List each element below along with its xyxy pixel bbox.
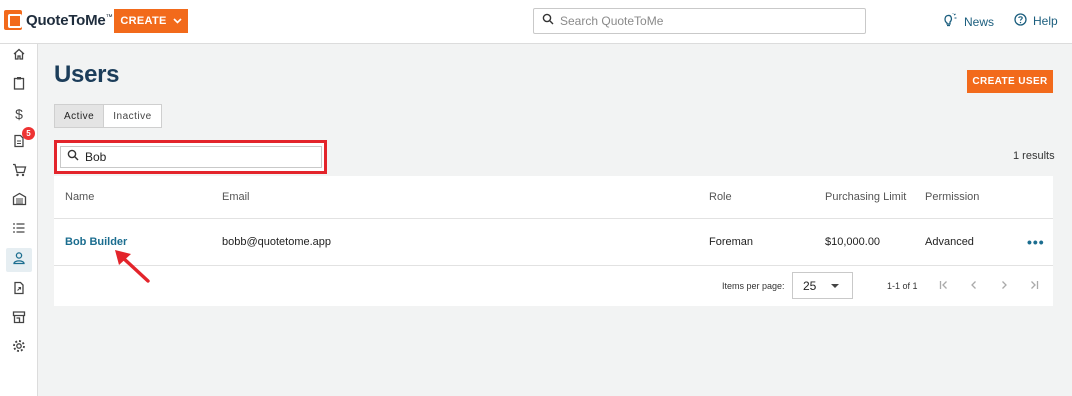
app-name: QuoteToMe™: [26, 11, 113, 29]
pagination: Items per page: 25 1-1 of 1: [54, 266, 1053, 306]
next-page-button[interactable]: [994, 276, 1014, 296]
sidebar-item-billing[interactable]: $: [6, 102, 32, 126]
clipboard-icon: [12, 76, 26, 95]
list-icon: [12, 221, 26, 240]
items-per-page-value: 25: [803, 278, 817, 293]
sidebar-item-store[interactable]: [6, 307, 32, 331]
sidebar-item-documents[interactable]: 5: [6, 127, 35, 155]
header-email[interactable]: Email: [222, 176, 250, 218]
sidebar-item-list[interactable]: [6, 218, 32, 242]
user-search-input[interactable]: [85, 150, 305, 164]
global-search-input[interactable]: [560, 14, 840, 28]
user-limit-cell: $10,000.00: [825, 236, 881, 248]
search-icon: [67, 148, 79, 166]
annotation-arrow-icon: [115, 250, 150, 283]
user-icon: [12, 251, 26, 270]
app-logo[interactable]: QuoteToMe™: [4, 10, 113, 30]
logo-mark-icon: [4, 10, 22, 30]
create-user-button[interactable]: CREATE USER: [967, 70, 1053, 93]
create-label: CREATE: [120, 15, 167, 27]
items-per-page-label: Items per page:: [722, 281, 785, 291]
chevron-left-icon: [969, 279, 979, 293]
results-count: 1 results: [1013, 150, 1055, 162]
header-permission[interactable]: Permission: [925, 176, 979, 218]
sidebar-item-warehouse[interactable]: [6, 189, 32, 213]
news-link[interactable]: News: [942, 13, 994, 30]
last-page-icon: [1029, 279, 1039, 293]
help-link[interactable]: Help: [1014, 13, 1058, 29]
header-purchasing-limit[interactable]: Purchasing Limit: [825, 176, 906, 218]
tab-active[interactable]: Active: [55, 105, 105, 127]
tab-inactive[interactable]: Inactive: [104, 105, 160, 127]
table-row: Bob Builder bobb@quotetome.app Foreman $…: [54, 219, 1053, 266]
user-permission-cell: Advanced: [925, 236, 974, 248]
warehouse-icon: [12, 192, 27, 211]
top-bar: QuoteToMe™ CREATE News Help: [0, 0, 1072, 44]
help-icon: [1014, 13, 1027, 29]
user-search[interactable]: [60, 146, 322, 168]
sidebar: $ 5: [0, 44, 38, 396]
last-page-button[interactable]: [1024, 276, 1044, 296]
items-per-page-select[interactable]: 25: [792, 272, 853, 299]
caret-down-icon: [831, 284, 839, 288]
sidebar-item-orders[interactable]: [6, 160, 32, 184]
page-range: 1-1 of 1: [887, 281, 918, 291]
dollar-icon: $: [15, 106, 23, 122]
home-icon: [12, 47, 26, 66]
cart-icon: [12, 163, 27, 182]
table-header: Name Email Role Purchasing Limit Permiss…: [54, 176, 1053, 219]
first-page-icon: [939, 279, 949, 293]
status-filter-tabs: Active Inactive: [54, 104, 162, 128]
file-export-icon: [12, 281, 26, 300]
sidebar-item-export[interactable]: [6, 278, 32, 302]
search-icon: [542, 12, 554, 30]
page-title: Users: [54, 61, 120, 88]
prev-page-button[interactable]: [964, 276, 984, 296]
news-label: News: [964, 14, 995, 29]
chevron-right-icon: [999, 279, 1009, 293]
more-actions-icon[interactable]: •••: [1027, 234, 1045, 250]
notification-badge: 5: [22, 127, 35, 140]
sidebar-item-users[interactable]: [6, 248, 32, 272]
gear-icon: [12, 339, 26, 358]
first-page-button[interactable]: [934, 276, 954, 296]
chevron-down-icon: [173, 16, 182, 26]
search-highlight-box: [54, 140, 327, 174]
lightbulb-icon: [942, 13, 958, 30]
users-table: Name Email Role Purchasing Limit Permiss…: [54, 176, 1053, 306]
global-search[interactable]: [533, 8, 866, 34]
user-email-cell: bobb@quotetome.app: [222, 236, 332, 248]
user-role-cell: Foreman: [709, 236, 754, 248]
store-icon: [12, 310, 26, 329]
sidebar-item-quotes[interactable]: [6, 73, 32, 97]
create-menu-button[interactable]: CREATE: [114, 9, 188, 33]
row-actions-cell: •••: [1027, 219, 1045, 265]
help-label: Help: [1033, 14, 1058, 28]
header-role[interactable]: Role: [709, 176, 732, 218]
sidebar-item-home[interactable]: [6, 44, 32, 68]
sidebar-item-settings[interactable]: [6, 336, 32, 360]
header-name[interactable]: Name: [65, 176, 94, 218]
